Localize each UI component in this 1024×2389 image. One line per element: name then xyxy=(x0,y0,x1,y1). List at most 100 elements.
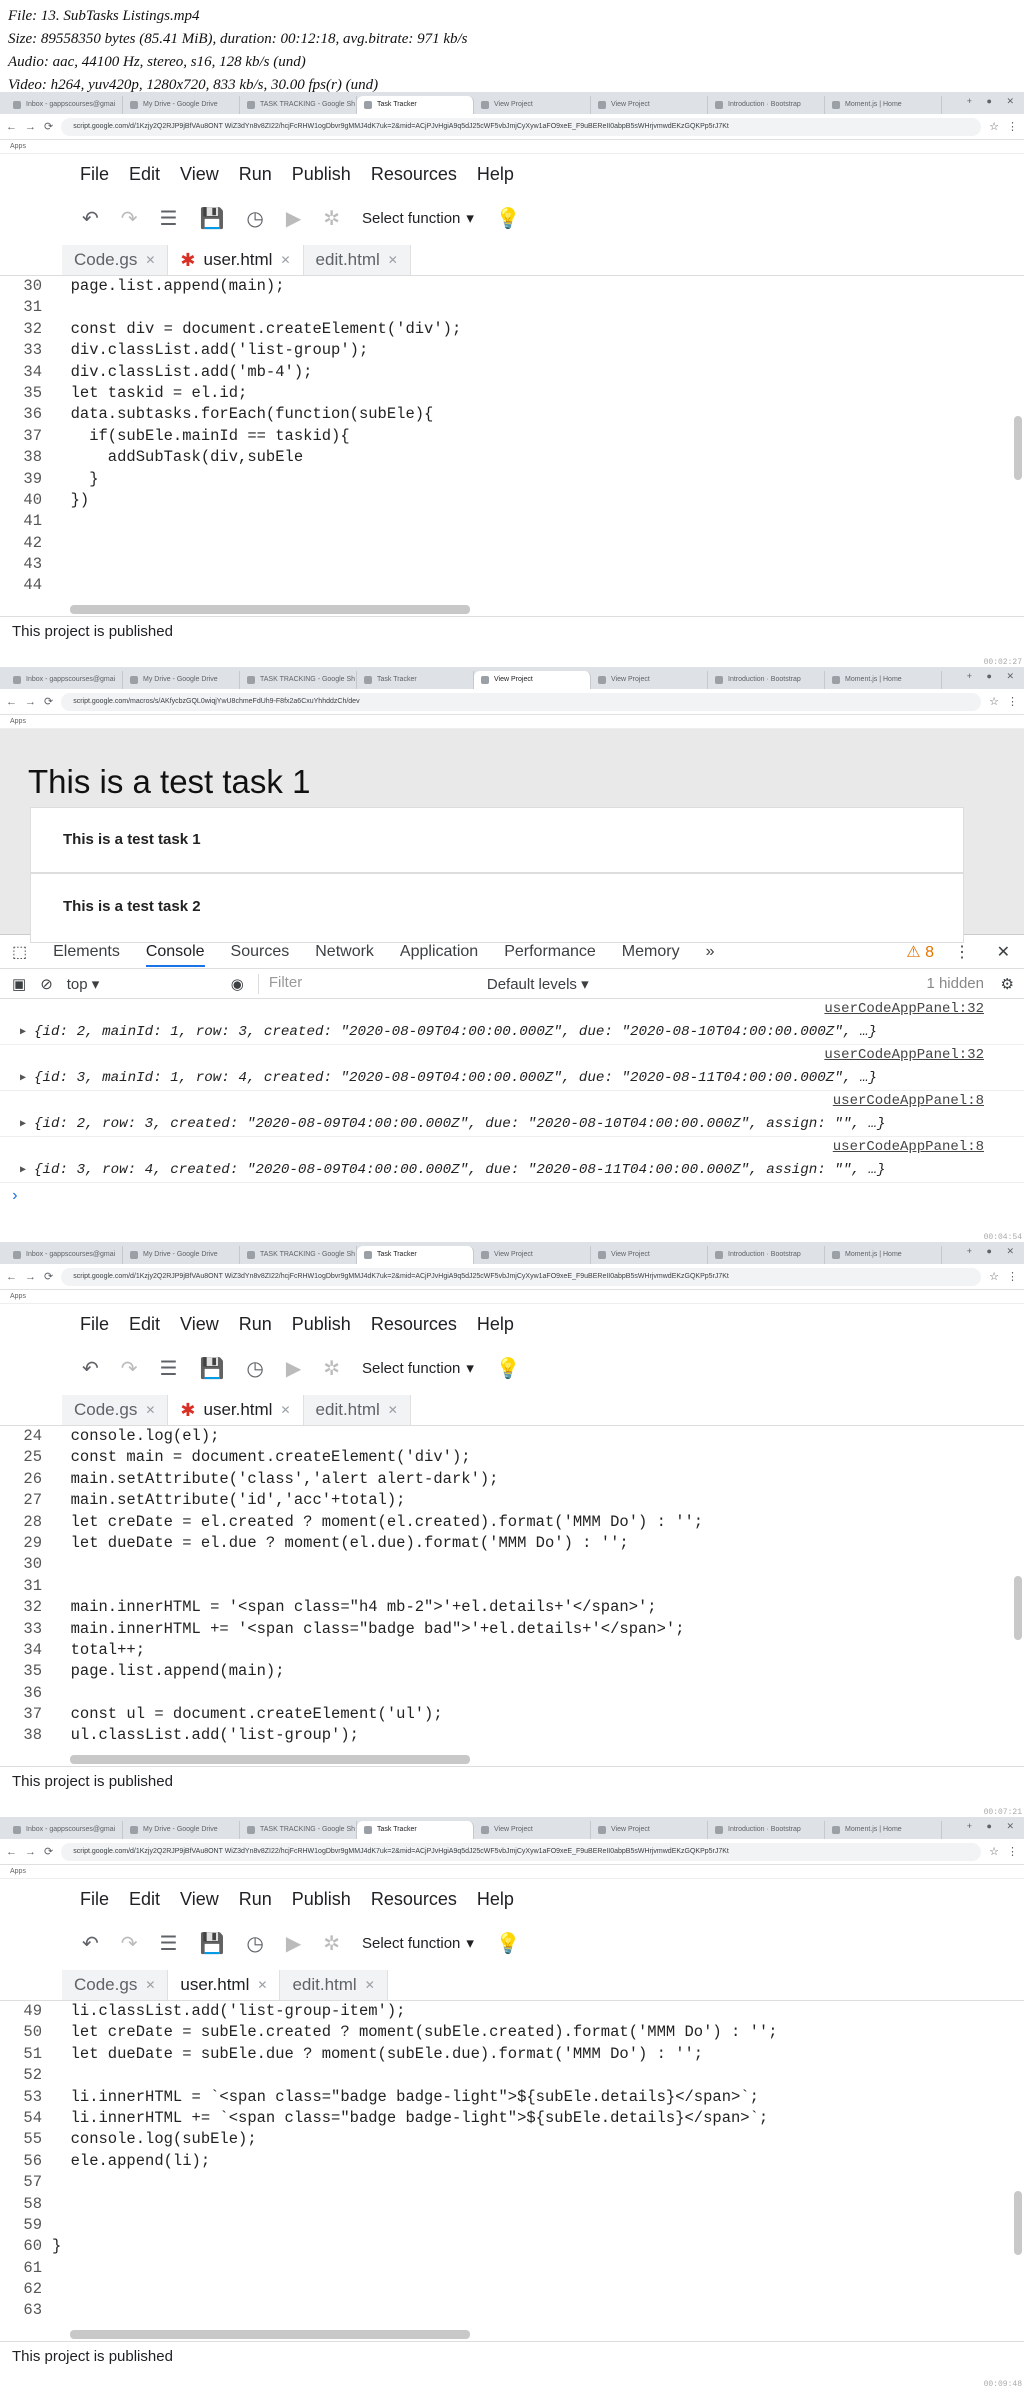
code-line[interactable]: 35 let taskid = el.id; xyxy=(0,383,1024,404)
url-input[interactable]: script.google.com/d/1Kzjy2Q2RJP9jBfVAu8O… xyxy=(61,1842,982,1861)
forward-icon[interactable]: → xyxy=(25,1846,36,1858)
back-icon[interactable]: ← xyxy=(6,696,17,708)
browser-tab[interactable]: Introduction · Bootstrap xyxy=(708,1821,825,1839)
code-line[interactable]: 38 ul.classList.add('list-group'); xyxy=(0,1725,1024,1746)
log-source-link[interactable]: userCodeAppPanel:32 xyxy=(824,1001,984,1017)
more-tabs-icon[interactable]: » xyxy=(706,943,715,961)
code-line[interactable]: 37 if(subEle.mainId == taskid){ xyxy=(0,426,1024,447)
menu-item[interactable]: File xyxy=(80,164,109,185)
code-line[interactable]: 54 li.innerHTML += `<span class="badge b… xyxy=(0,2108,1024,2129)
code-text[interactable]: }) xyxy=(52,490,90,511)
browser-tab[interactable]: Task Tracker xyxy=(357,1246,474,1264)
code-line[interactable]: 44 xyxy=(0,575,1024,596)
apps-link[interactable]: Apps xyxy=(10,143,26,150)
reload-icon[interactable]: ⟳ xyxy=(44,1845,53,1858)
code-line[interactable]: 35 page.list.append(main); xyxy=(0,1661,1024,1682)
debug-icon[interactable]: ✲ xyxy=(323,1356,340,1381)
menu-item[interactable]: Resources xyxy=(371,1314,457,1335)
window-controls[interactable]: + ● ✕ xyxy=(967,1821,1020,1832)
save-icon[interactable]: 💾 xyxy=(199,206,224,231)
code-line[interactable]: 52 xyxy=(0,2065,1024,2086)
close-icon[interactable]: ✕ xyxy=(145,1395,155,1425)
file-tab[interactable]: user.html ✕ xyxy=(168,1970,281,2000)
browser-tab[interactable]: Inbox - gappscourses@gmai xyxy=(6,1821,123,1839)
code-line[interactable]: 49 li.classList.add('list-group-item'); xyxy=(0,2001,1024,2022)
code-line[interactable]: 56 ele.append(li); xyxy=(0,2151,1024,2172)
browser-tab[interactable]: My Drive - Google Drive xyxy=(123,1821,240,1839)
undo-icon[interactable]: ↶ xyxy=(82,1356,99,1381)
apps-link[interactable]: Apps xyxy=(10,1868,26,1875)
code-text[interactable]: let taskid = el.id; xyxy=(52,383,248,404)
reload-icon[interactable]: ⟳ xyxy=(44,1270,53,1283)
levels-dropdown[interactable]: Default levels ▾ xyxy=(487,975,589,993)
console-log-entry[interactable]: userCodeAppPanel:32 ▶ {id: 3, mainId: 1, r… xyxy=(0,1045,1024,1091)
gear-icon[interactable]: ⚙ xyxy=(1001,975,1014,993)
filter-input[interactable]: Filter xyxy=(257,973,473,994)
indent-icon[interactable]: ☰ xyxy=(160,206,178,231)
browser-tab[interactable]: TASK TRACKING - Google Sh xyxy=(240,1821,357,1839)
browser-tab[interactable]: Inbox - gappscourses@gmai xyxy=(6,96,123,114)
sidebar-toggle-icon[interactable]: ▣ xyxy=(12,975,26,993)
triggers-clock-icon[interactable]: ◷ xyxy=(246,206,263,231)
run-icon[interactable]: ▶ xyxy=(286,1931,301,1956)
code-text[interactable]: let dueDate = subEle.due ? moment(subEle… xyxy=(52,2044,704,2065)
select-function-dropdown[interactable]: Select function ▾ xyxy=(362,1359,474,1378)
close-icon[interactable]: ✕ xyxy=(257,1970,267,2000)
run-icon[interactable]: ▶ xyxy=(286,206,301,231)
code-line[interactable]: 33 div.classList.add('list-group'); xyxy=(0,340,1024,361)
window-controls[interactable]: + ● ✕ xyxy=(967,1246,1020,1257)
console-log-entry[interactable]: userCodeAppPanel:8 ▶ {id: 2, row: 3, creat… xyxy=(0,1091,1024,1137)
browser-tab[interactable]: View Project xyxy=(591,671,708,689)
undo-icon[interactable]: ↶ xyxy=(82,206,99,231)
menu-item[interactable]: Edit xyxy=(129,164,160,185)
code-text[interactable]: data.subtasks.forEach(function(subEle){ xyxy=(52,404,434,425)
file-tab[interactable]: edit.html ✕ xyxy=(280,1970,388,2000)
run-icon[interactable]: ▶ xyxy=(286,1356,301,1381)
code-text[interactable]: div.classList.add('list-group'); xyxy=(52,340,369,361)
save-icon[interactable]: 💾 xyxy=(199,1931,224,1956)
code-line[interactable]: 55 console.log(subEle); xyxy=(0,2129,1024,2150)
code-line[interactable]: 36 xyxy=(0,1683,1024,1704)
code-line[interactable]: 31 xyxy=(0,297,1024,318)
menu-item[interactable]: File xyxy=(80,1889,109,1910)
browser-tab[interactable]: View Project xyxy=(474,1246,591,1264)
redo-icon[interactable]: ↷ xyxy=(121,206,138,231)
browser-tab[interactable]: My Drive - Google Drive xyxy=(123,671,240,689)
url-input[interactable]: script.google.com/macros/s/AKfycbzGQL0wi… xyxy=(61,692,982,711)
vertical-scrollbar[interactable] xyxy=(1014,1576,1022,1640)
menu-item[interactable]: Run xyxy=(239,1889,272,1910)
browser-tab[interactable]: TASK TRACKING - Google Sh xyxy=(240,96,357,114)
devtools-tab[interactable]: Memory xyxy=(622,943,680,961)
file-tab[interactable]: Code.gs ✕ xyxy=(62,1395,169,1425)
debug-icon[interactable]: ✲ xyxy=(323,1931,340,1956)
code-line[interactable]: 32 const div = document.createElement('d… xyxy=(0,319,1024,340)
code-text[interactable]: } xyxy=(52,469,98,490)
code-line[interactable]: 24 console.log(el); xyxy=(0,1426,1024,1447)
code-line[interactable]: 42 xyxy=(0,533,1024,554)
save-icon[interactable]: 💾 xyxy=(199,1356,224,1381)
forward-icon[interactable]: → xyxy=(25,1271,36,1283)
code-text[interactable]: const ul = document.createElement('ul'); xyxy=(52,1704,443,1725)
expand-triangle-icon[interactable]: ▶ xyxy=(20,1118,26,1130)
menu-item[interactable]: Resources xyxy=(371,1889,457,1910)
vertical-scrollbar[interactable] xyxy=(1014,416,1022,480)
code-line[interactable]: 53 li.innerHTML = `<span class="badge ba… xyxy=(0,2087,1024,2108)
browser-tab[interactable]: Introduction · Bootstrap xyxy=(708,671,825,689)
menu-item[interactable]: File xyxy=(80,1314,109,1335)
debug-icon[interactable]: ✲ xyxy=(323,206,340,231)
code-text[interactable]: page.list.append(main); xyxy=(52,276,285,297)
close-icon[interactable]: ✕ xyxy=(365,1970,375,2000)
url-input[interactable]: script.google.com/d/1Kzjy2Q2RJP9jBfVAu8O… xyxy=(61,117,982,136)
menu-item[interactable]: Publish xyxy=(292,164,351,185)
code-line[interactable]: 59 xyxy=(0,2215,1024,2236)
code-line[interactable]: 41 xyxy=(0,511,1024,532)
browser-tab[interactable]: Task Tracker xyxy=(357,671,474,689)
browser-tab[interactable]: TASK TRACKING - Google Sh xyxy=(240,671,357,689)
horizontal-scrollbar[interactable] xyxy=(70,2330,470,2339)
undo-icon[interactable]: ↶ xyxy=(82,1931,99,1956)
devtools-tab[interactable]: Performance xyxy=(504,943,596,961)
browser-tab[interactable]: My Drive - Google Drive xyxy=(123,96,240,114)
browser-tab[interactable]: Task Tracker xyxy=(357,96,474,114)
console-prompt[interactable]: › xyxy=(0,1183,1024,1209)
file-tab[interactable]: edit.html ✕ xyxy=(303,245,411,275)
